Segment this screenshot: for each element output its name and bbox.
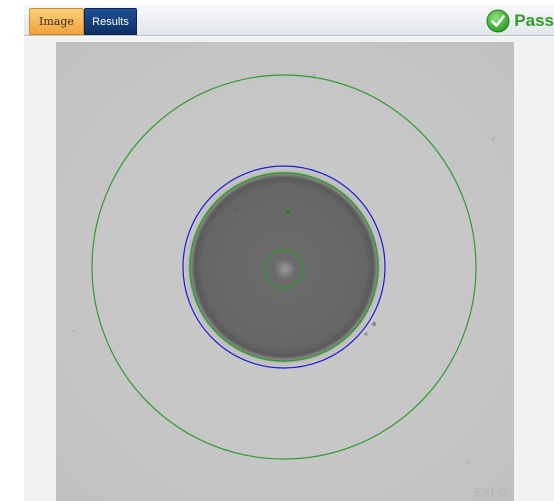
status-indicator: Pass	[486, 7, 554, 35]
tab-image-label: Image	[39, 15, 74, 28]
debris-spot	[312, 73, 316, 77]
image-viewport: EXFO	[24, 37, 554, 501]
defect-spot	[235, 208, 239, 212]
defect-spot	[371, 321, 377, 327]
fiber-end-face-svg	[72, 73, 495, 464]
tab-bar: Image Results Pass	[24, 5, 554, 36]
fiber-end-face-image: EXFO	[56, 42, 514, 501]
tab-results[interactable]: Results	[84, 8, 137, 35]
debris-spot	[466, 460, 470, 464]
fiber-inspection-window: Image Results Pass EXFO	[0, 0, 554, 501]
brand-watermark: EXFO	[474, 487, 508, 499]
core-spot	[275, 259, 295, 279]
defect-spot	[364, 332, 368, 336]
defect-mark	[286, 210, 290, 214]
check-circle-icon	[486, 9, 510, 33]
debris-spot	[72, 329, 76, 333]
tab-image[interactable]: Image	[29, 8, 84, 35]
tab-results-label: Results	[92, 15, 129, 28]
debris-spot	[491, 137, 495, 141]
status-label: Pass	[514, 11, 554, 30]
